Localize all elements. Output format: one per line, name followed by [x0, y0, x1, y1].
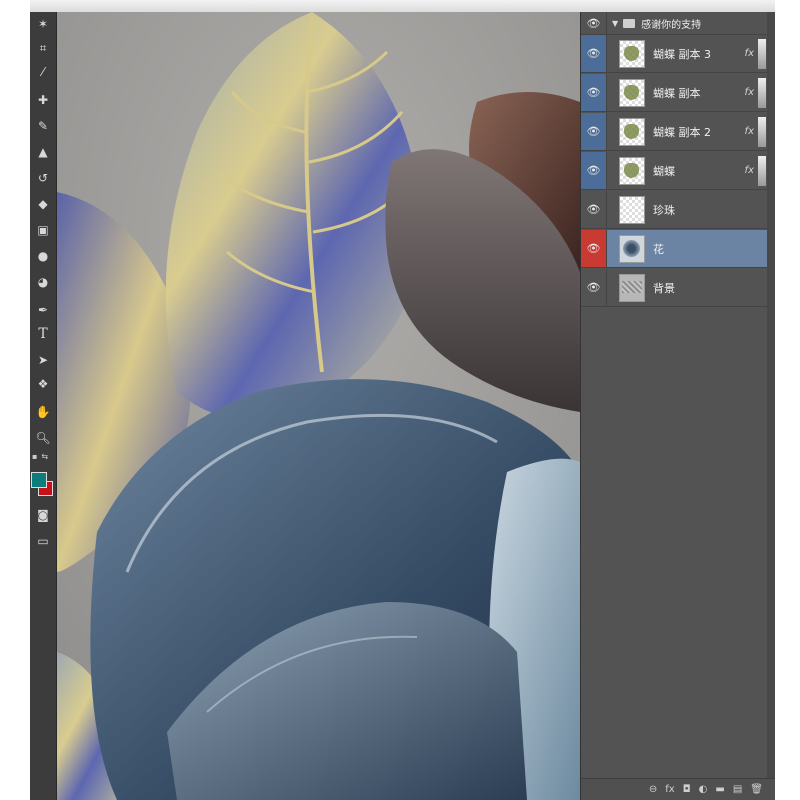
fx-icon[interactable]: fx: [745, 87, 754, 98]
layer-name: 背景: [653, 281, 675, 295]
fx-icon[interactable]: fx: [745, 48, 754, 59]
dodge-icon[interactable]: ◕: [33, 272, 53, 292]
magic-wand-icon[interactable]: ✶: [33, 14, 53, 34]
eye-icon[interactable]: 👁︎: [581, 230, 607, 267]
layer-thumbnail: [619, 117, 645, 146]
swap-colors-icon[interactable]: ▪ ⇆: [32, 452, 52, 461]
quick-mask-icon[interactable]: ◙: [33, 505, 53, 525]
effects-expander[interactable]: [758, 116, 766, 147]
document-canvas[interactable]: [57, 12, 580, 800]
layer-name: 花: [653, 242, 664, 256]
gradient-icon[interactable]: ▣: [33, 220, 53, 240]
layer-row[interactable]: 👁︎ 珍珠: [581, 191, 767, 229]
fx-icon[interactable]: fx: [745, 165, 754, 176]
history-brush-icon[interactable]: ↺: [33, 168, 53, 188]
layers-panel: 👁︎ ▼ 感谢你的支持 👁︎ 蝴蝶 副本 3 fx 👁︎ 蝴蝶 副本 fx 👁︎…: [580, 12, 775, 800]
layer-thumbnail: [619, 234, 645, 263]
folder-icon: [623, 18, 636, 28]
pen-icon[interactable]: ✒: [33, 300, 53, 320]
blur-icon[interactable]: ●: [33, 246, 53, 266]
path-select-icon[interactable]: ➤: [33, 350, 53, 370]
foreground-color-swatch[interactable]: [31, 472, 47, 488]
eye-icon[interactable]: 👁︎: [581, 74, 607, 111]
shape-icon[interactable]: ❖: [33, 374, 53, 394]
healing-brush-icon[interactable]: ✚: [33, 90, 53, 110]
layer-row[interactable]: 👁︎ 背景: [581, 269, 767, 307]
screen-mode-icon[interactable]: ▭: [33, 531, 53, 551]
folder-icon[interactable]: ▬: [715, 784, 724, 795]
hand-icon[interactable]: ✋: [33, 402, 53, 422]
layer-name: 蝴蝶 副本 3: [653, 47, 711, 61]
fx-icon[interactable]: fx: [665, 784, 674, 795]
mask-icon[interactable]: ◘: [683, 784, 691, 795]
tools-panel: ✶ ⌗ ⁄ ✚ ✎ ▲ ↺ ◆ ▣ ● ◕ ✒ T ➤ ❖ ✋ 🔍︎: [30, 12, 57, 800]
eye-icon[interactable]: 👁︎: [581, 152, 607, 189]
crop-icon[interactable]: ⌗: [33, 38, 53, 58]
zoom-icon[interactable]: 🔍︎: [33, 428, 53, 448]
eye-icon[interactable]: 👁︎: [581, 12, 607, 34]
layer-group-name: 感谢你的支持: [641, 19, 702, 31]
eye-icon[interactable]: 👁︎: [581, 35, 607, 72]
eraser-icon[interactable]: ◆: [33, 194, 53, 214]
layer-thumbnail: [619, 156, 645, 185]
layer-row-selected[interactable]: 👁︎ 花: [581, 230, 767, 268]
layer-row[interactable]: 👁︎ 蝴蝶 副本 fx: [581, 74, 767, 112]
new-layer-icon[interactable]: ▤: [733, 784, 742, 795]
options-bar: [30, 0, 775, 12]
layers-scrollbar[interactable]: [767, 12, 775, 800]
fx-icon[interactable]: fx: [745, 126, 754, 137]
photoshop-window: ✶ ⌗ ⁄ ✚ ✎ ▲ ↺ ◆ ▣ ● ◕ ✒ T ➤ ❖ ✋ 🔍︎ ▪ ⇆ ◙ …: [0, 0, 800, 800]
layer-name: 蝴蝶 副本 2: [653, 125, 711, 139]
layer-name: 蝴蝶 副本: [653, 86, 701, 100]
eye-icon[interactable]: 👁︎: [581, 113, 607, 150]
window-margin: [775, 12, 800, 800]
effects-expander[interactable]: [758, 38, 766, 69]
layer-thumbnail: [619, 195, 645, 224]
triangle-down-icon[interactable]: ▼: [612, 19, 618, 28]
layer-thumbnail: [619, 39, 645, 68]
layer-thumbnail: [619, 78, 645, 107]
effects-expander[interactable]: [758, 155, 766, 186]
layer-group-row[interactable]: 👁︎ ▼ 感谢你的支持: [581, 12, 767, 35]
link-icon[interactable]: ⊖: [649, 784, 657, 795]
eye-icon[interactable]: 👁︎: [581, 191, 607, 228]
eye-icon[interactable]: 👁︎: [581, 269, 607, 306]
layers-panel-footer: ⊖ fx ◘ ◐ ▬ ▤ 🗑︎: [581, 778, 775, 800]
layer-thumbnail: [619, 273, 645, 302]
trash-icon[interactable]: 🗑︎: [750, 784, 763, 795]
adjustment-icon[interactable]: ◐: [699, 784, 708, 795]
artwork: [57, 12, 580, 800]
effects-expander[interactable]: [758, 77, 766, 108]
type-icon[interactable]: T: [33, 324, 53, 344]
layer-row[interactable]: 👁︎ 蝴蝶 fx: [581, 152, 767, 190]
layer-name: 蝴蝶: [653, 164, 675, 178]
layer-row[interactable]: 👁︎ 蝴蝶 副本 3 fx: [581, 35, 767, 73]
clone-stamp-icon[interactable]: ▲: [33, 142, 53, 162]
layer-row[interactable]: 👁︎ 蝴蝶 副本 2 fx: [581, 113, 767, 151]
brush-icon[interactable]: ✎: [33, 116, 53, 136]
eyedropper-icon[interactable]: ⁄: [33, 62, 53, 82]
layer-name: 珍珠: [653, 203, 675, 217]
